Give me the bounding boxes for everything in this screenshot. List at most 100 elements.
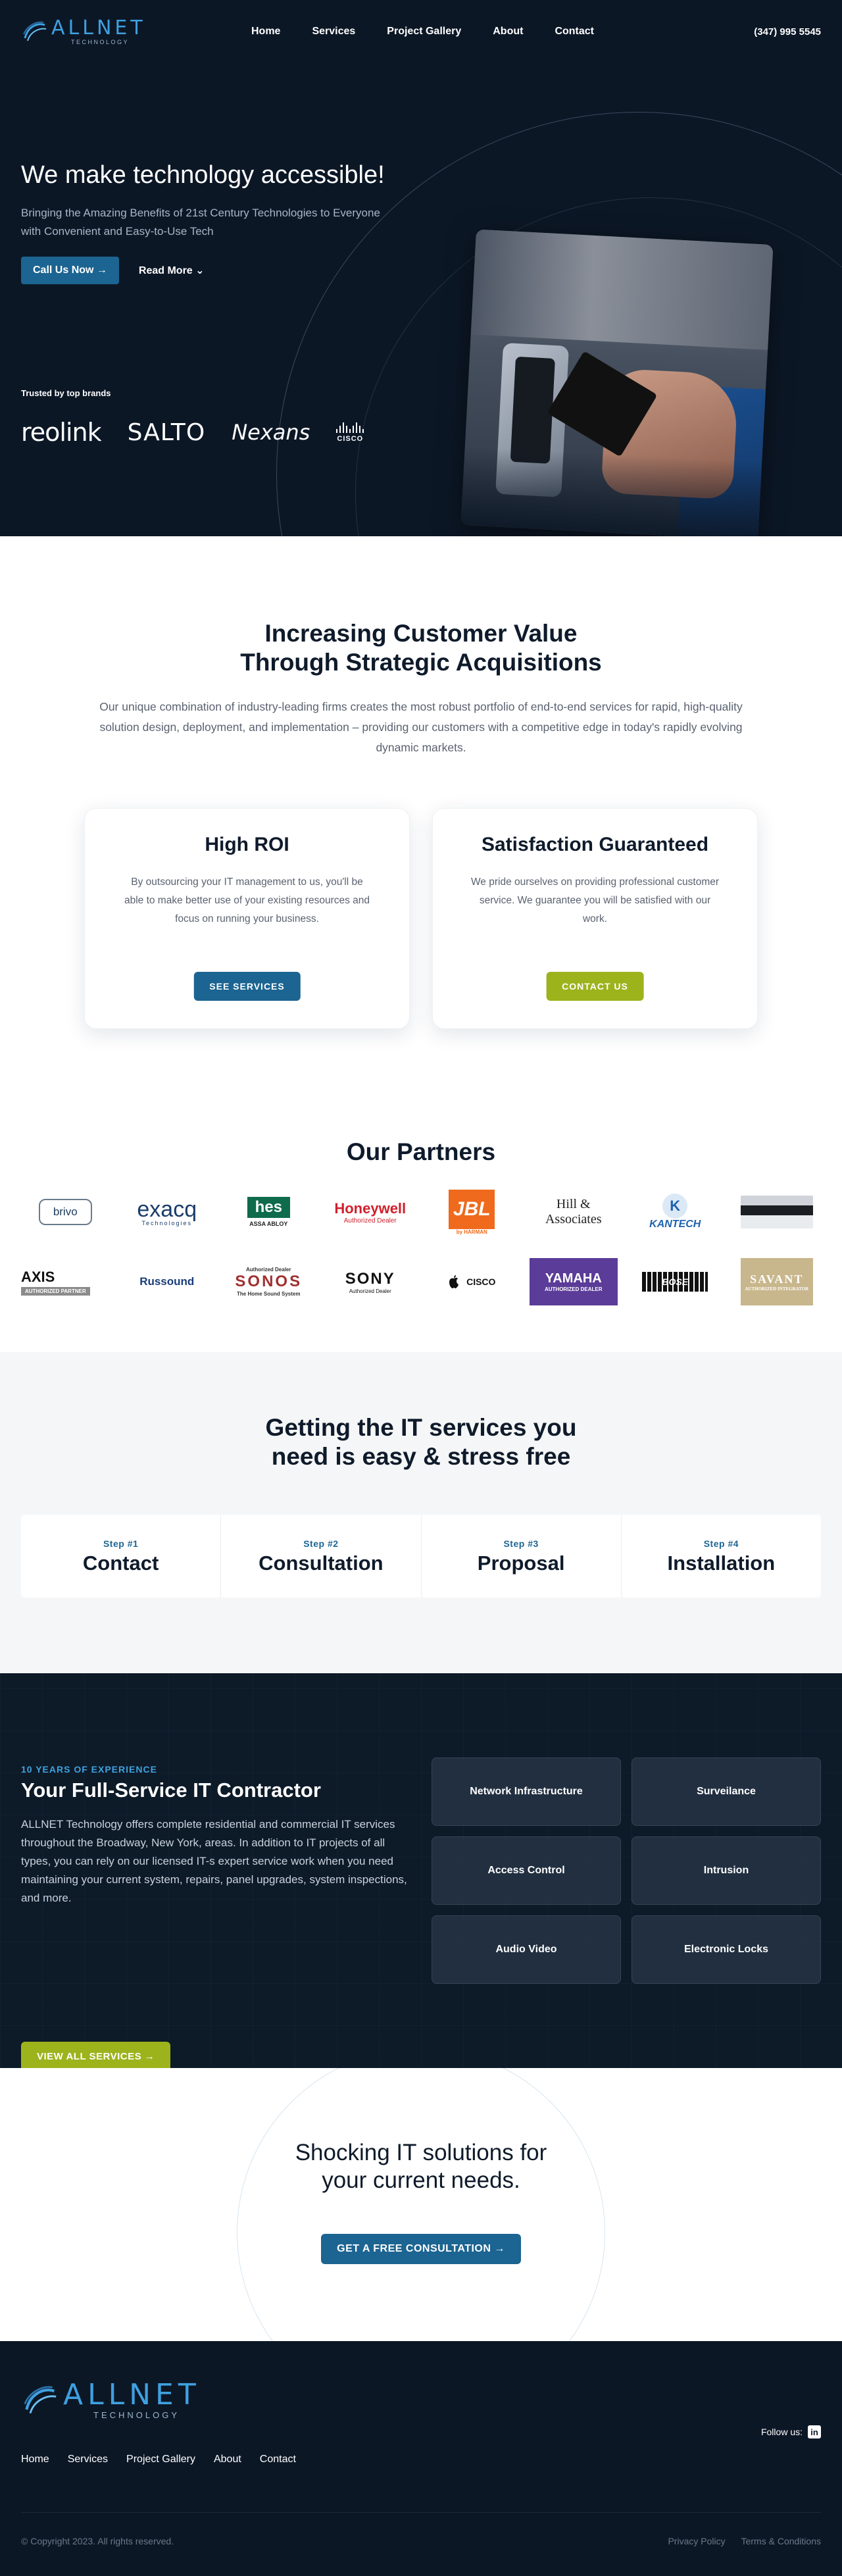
bose-badge: BOSE <box>642 1272 708 1292</box>
linkedin-icon[interactable]: in <box>808 2425 821 2438</box>
read-more-link[interactable]: Read More ⌄ <box>139 264 205 277</box>
step-name: Installation <box>667 1552 776 1575</box>
step-number: Step #1 <box>103 1538 139 1549</box>
cta-title: Shocking IT solutions for your current n… <box>0 2068 842 2194</box>
hero-subtitle: Bringing the Amazing Benefits of 21st Ce… <box>21 207 380 238</box>
follow-us: Follow us: in <box>761 2425 821 2438</box>
sony-logo: SONY Authorized Dealer <box>326 1258 415 1305</box>
brivo-logo: brivo <box>21 1188 110 1236</box>
step-name: Consultation <box>259 1552 384 1575</box>
site-logo[interactable]: ALLNET TECHNOLOGY <box>21 18 205 45</box>
steps-section: Getting the IT services you need is easy… <box>0 1352 842 1673</box>
apple-icon <box>449 1275 459 1288</box>
step-consultation: Step #2 Consultation <box>221 1515 422 1598</box>
card-text: By outsourcing your IT management to us,… <box>124 876 370 924</box>
privacy-policy-link[interactable]: Privacy Policy <box>668 2536 725 2546</box>
follow-label: Follow us: <box>760 2427 803 2437</box>
sonos-logo: Authorized Dealer SONOS The Home Sound Sys… <box>224 1258 313 1305</box>
service-surveilance[interactable]: Surveilance <box>632 1757 821 1826</box>
savant-sub: AUTHORIZED INTEGRATOR <box>745 1286 809 1292</box>
apple-cisco-logo: CISCO <box>428 1258 516 1305</box>
site-footer: ALLNET TECHNOLOGY Follow us: in Home Ser… <box>0 2341 842 2576</box>
sony-sub: Authorized Dealer <box>349 1288 391 1294</box>
savant-logo: SAVANT AUTHORIZED INTEGRATOR <box>740 1258 813 1305</box>
logo-swirl-icon <box>23 21 47 41</box>
axis-sub: AUTHORIZED PARTNER <box>21 1286 90 1296</box>
yamaha-sub: AUTHORIZED DEALER <box>544 1286 603 1292</box>
experience-eyebrow: 10 YEARS OF EXPERIENCE <box>21 1764 157 1775</box>
axis-logo: AXIS AUTHORIZED PARTNER <box>21 1258 110 1305</box>
nav-contact[interactable]: Contact <box>555 26 594 38</box>
footer-logo[interactable]: ALLNET TECHNOLOGY <box>21 2381 201 2419</box>
russound-wordmark: Russound <box>139 1275 195 1288</box>
cta-section: Shocking IT solutions for your current n… <box>0 2068 842 2341</box>
nav-home[interactable]: Home <box>251 26 280 38</box>
bose-logo: BOSE <box>631 1258 720 1305</box>
hero-title: We make technology accessible! <box>21 161 385 189</box>
step-number: Step #2 <box>303 1538 339 1549</box>
footer-nav-project-gallery[interactable]: Project Gallery <box>126 2454 195 2465</box>
service-audio-video[interactable]: Audio Video <box>432 1915 621 1984</box>
reolink-logo: reolink <box>21 418 102 447</box>
step-list: Step #1 Contact Step #2 Consultation Ste… <box>21 1515 821 1598</box>
rack-equipment-image <box>740 1196 813 1228</box>
value-title-line-1: Increasing Customer Value <box>264 620 578 647</box>
exacq-sub: Technologies <box>141 1219 193 1226</box>
partners-title: Our Partners <box>346 1138 496 1165</box>
service-tile-grid: Network Infrastructure Surveilance Acces… <box>432 1757 821 1984</box>
service-network-infrastructure[interactable]: Network Infrastructure <box>432 1757 621 1826</box>
site-header: ALLNET TECHNOLOGY Home Services Project … <box>0 0 842 63</box>
call-us-button[interactable]: Call Us Now → <box>21 257 119 284</box>
kantech-logo: K KANTECH <box>631 1188 720 1236</box>
terms-link[interactable]: Terms & Conditions <box>741 2536 821 2546</box>
value-title-line-2: Through Strategic Acquisitions <box>240 649 602 676</box>
value-title: Increasing Customer Value Through Strate… <box>0 619 842 677</box>
contact-us-button[interactable]: CONTACT US <box>546 972 644 1001</box>
step-contact: Step #1 Contact <box>21 1515 222 1598</box>
free-consultation-button[interactable]: GET A FREE CONSULTATION → <box>321 2234 521 2264</box>
nav-about[interactable]: About <box>493 26 523 38</box>
cisco-bars-icon <box>336 422 364 433</box>
hero-section: ALLNET TECHNOLOGY Home Services Project … <box>0 0 842 536</box>
nav-project-gallery[interactable]: Project Gallery <box>387 26 461 38</box>
cisco-wordmark: CISCO <box>466 1276 496 1287</box>
value-description: Our unique combination of industry-leadi… <box>99 700 743 754</box>
service-electronic-locks[interactable]: Electronic Locks <box>632 1915 821 1984</box>
hes-wordmark: hes <box>247 1197 290 1218</box>
footer-nav-about[interactable]: About <box>214 2454 241 2465</box>
hero-cta-group: Call Us Now → Read More ⌄ <box>21 257 429 284</box>
logo-tagline: TECHNOLOGY <box>71 38 130 45</box>
sonos-pre: Authorized Dealer <box>246 1267 291 1273</box>
service-intrusion[interactable]: Intrusion <box>632 1836 821 1905</box>
logo-swirl-icon <box>24 2385 57 2413</box>
cisco-logo: CISCO <box>336 422 364 443</box>
footer-divider <box>21 2512 821 2513</box>
sonos-sub: The Home Sound System <box>237 1291 301 1297</box>
bose-wordmark: BOSE <box>662 1276 689 1287</box>
view-all-services-button[interactable]: VIEW ALL SERVICES → <box>21 2042 171 2068</box>
nav-services[interactable]: Services <box>312 26 355 38</box>
see-services-button[interactable]: SEE SERVICES <box>193 972 301 1001</box>
card-high-roi: High ROI By outsourcing your IT manageme… <box>84 808 410 1029</box>
trusted-label: Trusted by top brands <box>21 388 111 398</box>
yamaha-logo: YAMAHA AUTHORIZED DEALER <box>529 1258 618 1305</box>
footer-nav-services[interactable]: Services <box>68 2454 108 2465</box>
step-name: Proposal <box>477 1552 565 1575</box>
hills-wordmark: Hill & Associates <box>545 1197 602 1226</box>
exacq-logo: exacq Technologies <box>123 1188 212 1236</box>
phone-link[interactable]: (347) 995 5545 <box>754 26 821 38</box>
footer-nav-contact[interactable]: Contact <box>260 2454 296 2465</box>
steps-title-line-1: Getting the IT services you <box>265 1414 577 1441</box>
russound-logo: Russound <box>123 1258 212 1305</box>
kantech-badge-icon: K <box>662 1194 688 1219</box>
service-access-control[interactable]: Access Control <box>432 1836 621 1905</box>
services-intro: 10 YEARS OF EXPERIENCE Your Full-Service… <box>21 1764 416 2068</box>
logo-tagline: TECHNOLOGY <box>93 2410 180 2420</box>
footer-nav-home[interactable]: Home <box>21 2454 49 2465</box>
honeywell-sub: Authorized Dealer <box>343 1217 397 1225</box>
cta-title-line-2: your current needs. <box>322 2167 520 2193</box>
salto-logo: SALTO <box>127 418 206 446</box>
cisco-wordmark: CISCO <box>337 434 364 443</box>
rack-equipment-logo <box>733 1188 822 1236</box>
footer-nav: Home Services Project Gallery About Cont… <box>21 2454 296 2465</box>
